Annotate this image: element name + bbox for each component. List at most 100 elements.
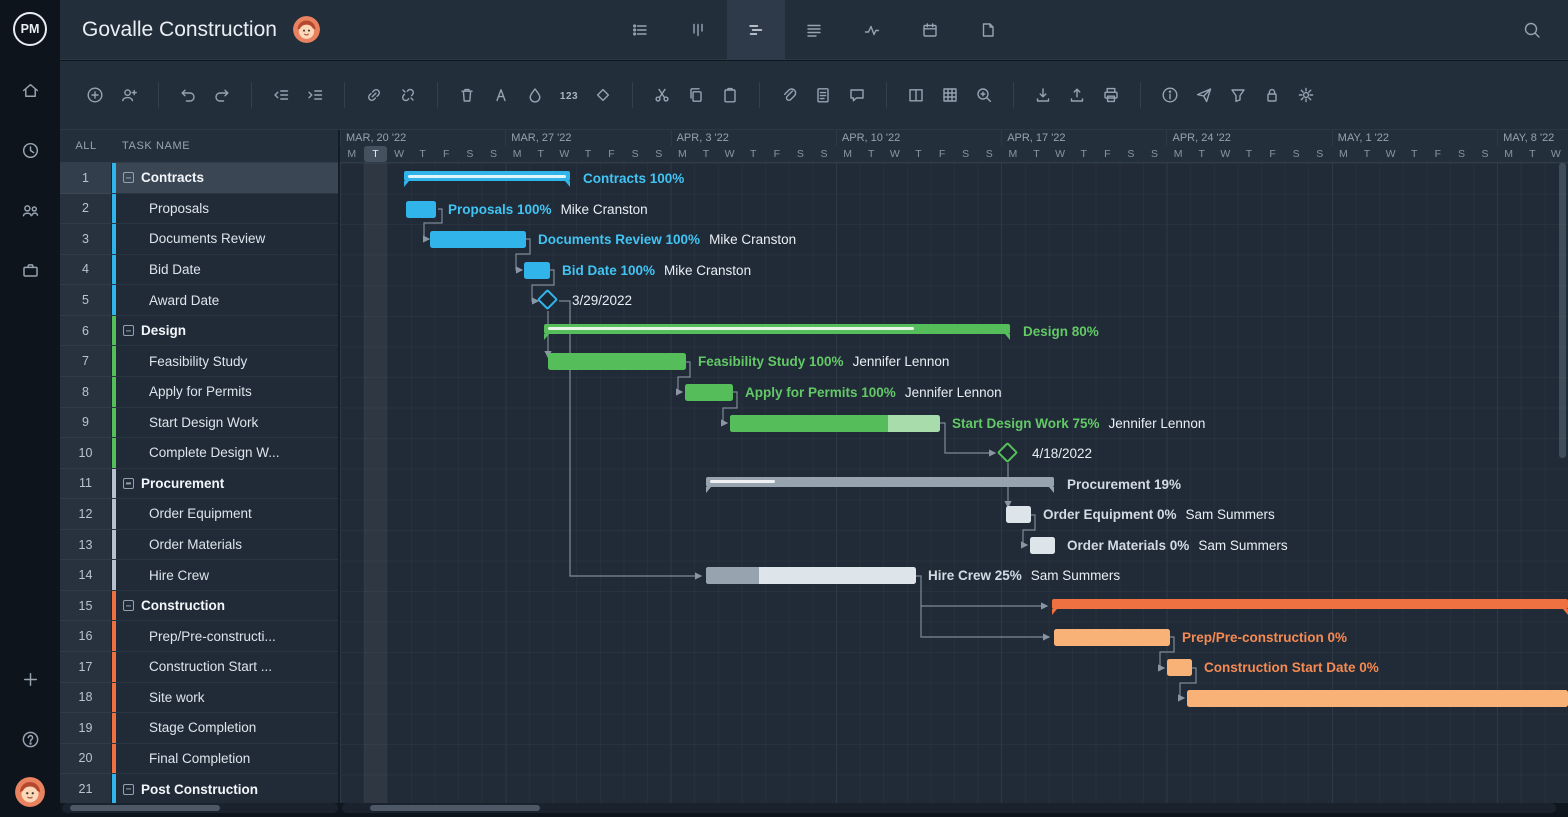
- rail-home-button[interactable]: [0, 60, 60, 120]
- row-number[interactable]: 13: [60, 530, 112, 561]
- grid-header-all[interactable]: ALL: [60, 130, 112, 162]
- notes-button[interactable]: [806, 80, 840, 110]
- collapse-icon[interactable]: [123, 325, 134, 336]
- grid-header-task-name[interactable]: TASK NAME: [112, 130, 338, 162]
- task-bar[interactable]: [524, 262, 550, 279]
- numbers-button[interactable]: 123: [552, 80, 586, 110]
- task-row[interactable]: 3Documents Review: [60, 224, 338, 255]
- copy-button[interactable]: [679, 80, 713, 110]
- task-bar[interactable]: [430, 231, 526, 248]
- row-number[interactable]: 4: [60, 255, 112, 286]
- collapse-icon[interactable]: [123, 172, 134, 183]
- task-row[interactable]: 16Prep/Pre-constructi...: [60, 621, 338, 652]
- row-number[interactable]: 20: [60, 744, 112, 775]
- row-number[interactable]: 16: [60, 621, 112, 652]
- view-files-view[interactable]: [959, 0, 1017, 60]
- milestone-diamond[interactable]: [997, 442, 1018, 463]
- task-row[interactable]: 5Award Date: [60, 285, 338, 316]
- view-calendar-view[interactable]: [901, 0, 959, 60]
- settings-button[interactable]: [1289, 80, 1323, 110]
- search-button[interactable]: [1514, 12, 1550, 48]
- row-number[interactable]: 10: [60, 438, 112, 469]
- summary-bar[interactable]: [706, 477, 1054, 487]
- rail-portfolio-button[interactable]: [0, 240, 60, 300]
- task-bar[interactable]: [406, 201, 436, 218]
- summary-bar[interactable]: [544, 324, 1010, 334]
- collapse-icon[interactable]: [123, 600, 134, 611]
- chart-vscroll-thumb[interactable]: [1559, 163, 1566, 458]
- task-bar[interactable]: [730, 415, 940, 432]
- row-number[interactable]: 19: [60, 713, 112, 744]
- task-row[interactable]: 2Proposals: [60, 194, 338, 225]
- view-activity-view[interactable]: [843, 0, 901, 60]
- task-row[interactable]: 6Design: [60, 316, 338, 347]
- row-number[interactable]: 8: [60, 377, 112, 408]
- view-board-view[interactable]: [669, 0, 727, 60]
- link-tasks-button[interactable]: [357, 80, 391, 110]
- task-bar[interactable]: [685, 384, 733, 401]
- row-number[interactable]: 6: [60, 316, 112, 347]
- task-row[interactable]: 12Order Equipment: [60, 499, 338, 530]
- redo-button[interactable]: [205, 80, 239, 110]
- row-number[interactable]: 9: [60, 408, 112, 439]
- collapse-icon[interactable]: [123, 478, 134, 489]
- rail-add-button[interactable]: [0, 649, 60, 709]
- undo-button[interactable]: [171, 80, 205, 110]
- comment-button[interactable]: [840, 80, 874, 110]
- task-bar[interactable]: [548, 353, 686, 370]
- task-bar[interactable]: [1006, 506, 1031, 523]
- task-bar[interactable]: [1187, 690, 1568, 707]
- filter-button[interactable]: [1221, 80, 1255, 110]
- rail-team-button[interactable]: [0, 180, 60, 240]
- task-row[interactable]: 8Apply for Permits: [60, 377, 338, 408]
- task-row[interactable]: 1Contracts: [60, 163, 338, 194]
- collapse-icon[interactable]: [123, 784, 134, 795]
- row-number[interactable]: 11: [60, 469, 112, 500]
- lock-button[interactable]: [1255, 80, 1289, 110]
- row-number[interactable]: 5: [60, 285, 112, 316]
- task-row[interactable]: 20Final Completion: [60, 744, 338, 775]
- milestone-button[interactable]: [586, 80, 620, 110]
- row-number[interactable]: 17: [60, 652, 112, 683]
- row-number[interactable]: 1: [60, 163, 112, 194]
- cut-button[interactable]: [645, 80, 679, 110]
- task-bar[interactable]: [1030, 537, 1055, 554]
- indent-button[interactable]: [298, 80, 332, 110]
- add-task-button[interactable]: [78, 80, 112, 110]
- task-row[interactable]: 9Start Design Work: [60, 408, 338, 439]
- rail-help-button[interactable]: [0, 709, 60, 769]
- view-sheet-view[interactable]: [785, 0, 843, 60]
- import-button[interactable]: [1026, 80, 1060, 110]
- row-number[interactable]: 3: [60, 224, 112, 255]
- row-number[interactable]: 15: [60, 591, 112, 622]
- view-list-view[interactable]: [611, 0, 669, 60]
- grid-button[interactable]: [933, 80, 967, 110]
- task-bar[interactable]: [1167, 659, 1192, 676]
- task-row[interactable]: 17Construction Start ...: [60, 652, 338, 683]
- milestone-diamond[interactable]: [537, 289, 558, 310]
- view-gantt-view[interactable]: [727, 0, 785, 60]
- row-number[interactable]: 14: [60, 560, 112, 591]
- info-button[interactable]: [1153, 80, 1187, 110]
- task-row[interactable]: 11Procurement: [60, 469, 338, 500]
- rail-recent-button[interactable]: [0, 120, 60, 180]
- user-avatar[interactable]: [15, 777, 45, 807]
- unlink-tasks-button[interactable]: [391, 80, 425, 110]
- task-row[interactable]: 14Hire Crew: [60, 560, 338, 591]
- row-number[interactable]: 7: [60, 346, 112, 377]
- print-button[interactable]: [1094, 80, 1128, 110]
- task-row[interactable]: 4Bid Date: [60, 255, 338, 286]
- task-bar[interactable]: [706, 567, 916, 584]
- delete-button[interactable]: [450, 80, 484, 110]
- task-row[interactable]: 13Order Materials: [60, 530, 338, 561]
- task-row[interactable]: 15Construction: [60, 591, 338, 622]
- project-owner-avatar[interactable]: [293, 16, 320, 43]
- add-user-button[interactable]: [112, 80, 146, 110]
- task-row[interactable]: 10Complete Design W...: [60, 438, 338, 469]
- row-number[interactable]: 12: [60, 499, 112, 530]
- chart-scroll-thumb[interactable]: [370, 805, 540, 811]
- fill-color-button[interactable]: [518, 80, 552, 110]
- task-bar[interactable]: [1054, 629, 1170, 646]
- row-number[interactable]: 2: [60, 194, 112, 225]
- export-button[interactable]: [1060, 80, 1094, 110]
